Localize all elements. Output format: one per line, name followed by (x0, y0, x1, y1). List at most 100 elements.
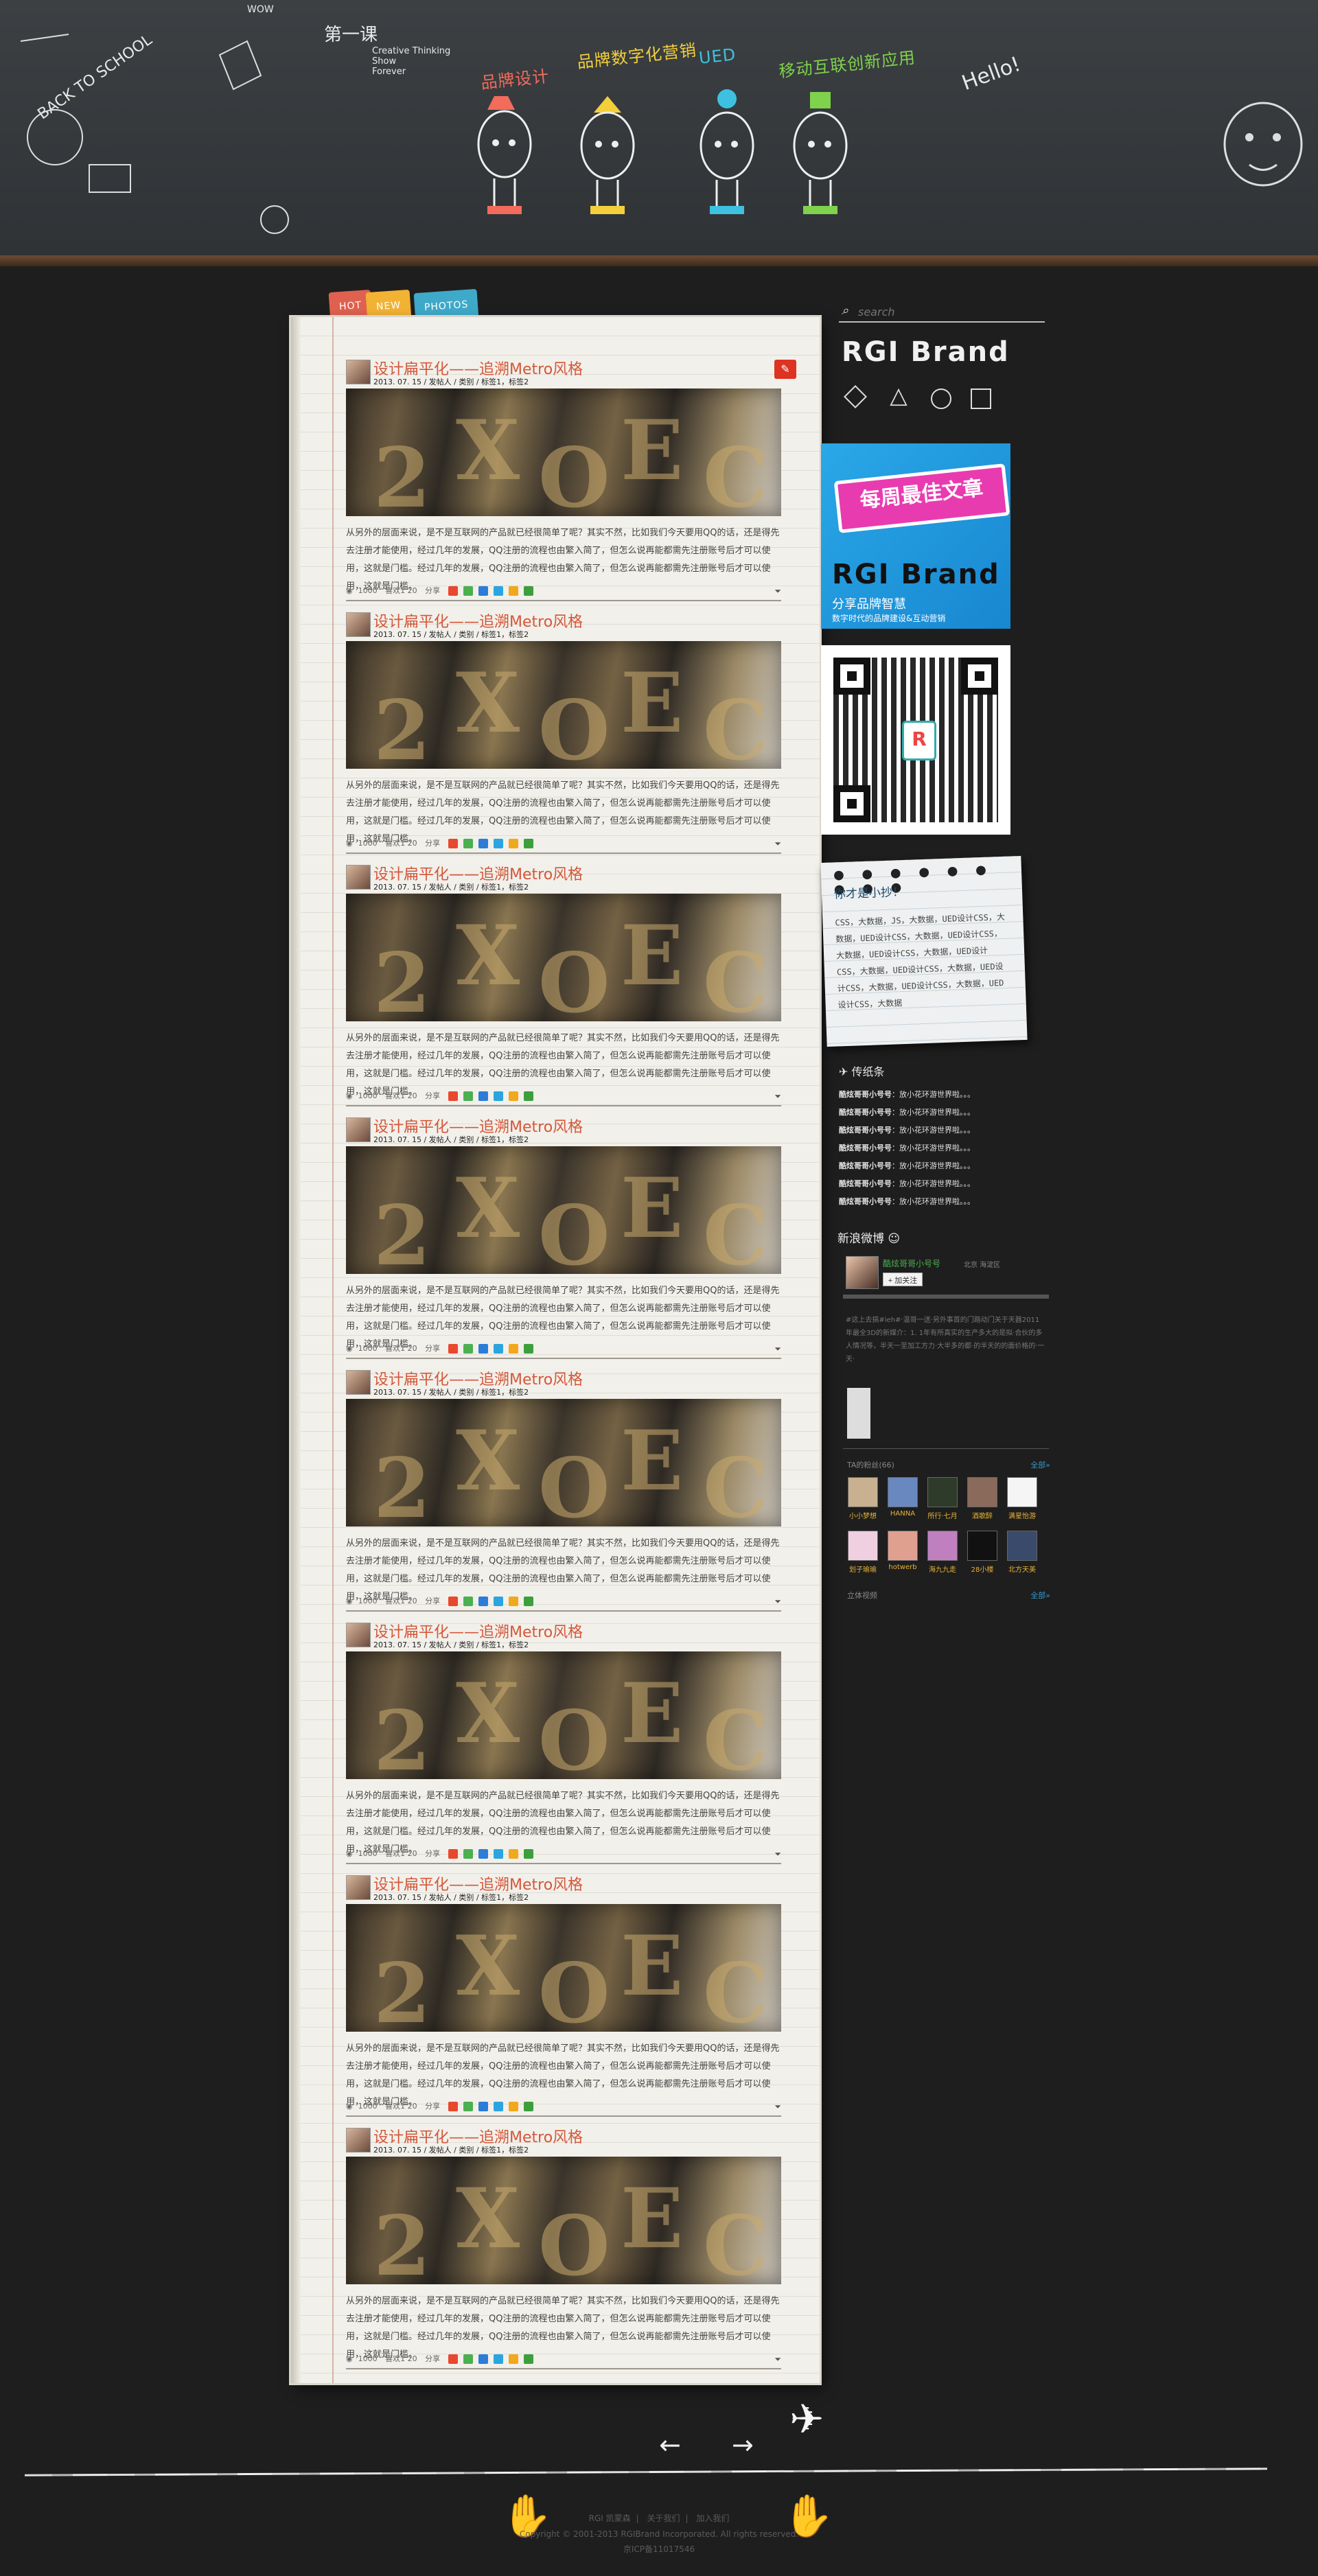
post-image[interactable]: 2XOEC (346, 894, 781, 1021)
author-avatar[interactable] (346, 1117, 371, 1142)
fan-item[interactable]: 28小楼 (962, 1531, 1002, 1574)
share-service-icon[interactable] (523, 2102, 533, 2111)
share-service-icon[interactable] (448, 1091, 458, 1101)
post-image[interactable]: 2XOEC (346, 2157, 781, 2284)
share-service-icon[interactable] (463, 586, 473, 596)
share-service-icon[interactable] (448, 586, 458, 596)
author-avatar[interactable] (346, 1623, 371, 1647)
fan-item[interactable]: 酒歌醉 (962, 1477, 1002, 1520)
share-service-icon[interactable] (493, 1344, 503, 1354)
weekly-best-banner[interactable]: 每周最佳文章 RGI Brand 分享品牌智慧 数字时代的品牌建设&互动营销 (821, 443, 1010, 629)
share-service-icon[interactable] (493, 2102, 503, 2111)
share-service-icon[interactable] (493, 2354, 503, 2364)
comment-icon[interactable]: ✎ (774, 360, 796, 379)
note-item[interactable]: 酷炫哥哥小号号：放小花环游世界啦。。。 (839, 1157, 1045, 1175)
fan-item[interactable]: 小小梦想 (843, 1477, 883, 1520)
expand-icon[interactable]: ⏷ (774, 1597, 781, 1607)
next-page-button[interactable]: → (732, 2430, 754, 2460)
share-service-icon[interactable] (478, 1091, 488, 1101)
like-button[interactable]: 喜欢1 20 (385, 2354, 417, 2363)
like-button[interactable]: 喜欢1 20 (385, 1344, 417, 1353)
share-service-icon[interactable] (478, 1597, 488, 1606)
like-button[interactable]: 喜欢1 20 (385, 1091, 417, 1100)
fan-item[interactable]: 北方天美 (1002, 1531, 1042, 1574)
share-service-icon[interactable] (478, 2354, 488, 2364)
share-service-icon[interactable] (523, 1597, 533, 1606)
share-service-icon[interactable] (448, 839, 458, 848)
author-avatar[interactable] (346, 1875, 371, 1900)
note-item[interactable]: 酷炫哥哥小号号：放小花环游世界啦。。。 (839, 1086, 1045, 1104)
fan-item[interactable]: hotwerb (883, 1531, 923, 1571)
post-image[interactable]: 2XOEC (346, 1904, 781, 2032)
share-service-icon[interactable] (508, 1344, 518, 1354)
share-service-icon[interactable] (508, 1597, 518, 1606)
like-button[interactable]: 喜欢1 20 (385, 586, 417, 595)
share-service-icon[interactable] (478, 586, 488, 596)
diamond-icon[interactable] (844, 385, 867, 408)
nav-ued[interactable]: UED (698, 45, 737, 68)
nav-mobile-innovation[interactable]: 移动互联创新应用 (778, 44, 917, 82)
weibo-foot-all-link[interactable]: 全部» (1030, 1590, 1050, 1601)
post-image[interactable]: 2XOEC (346, 1651, 781, 1779)
share-service-icon[interactable] (463, 1344, 473, 1354)
fan-item[interactable]: HANNA (883, 1477, 923, 1518)
share-service-icon[interactable] (448, 1597, 458, 1606)
weibo-user-name[interactable]: 酷炫哥哥小号号 (883, 1257, 940, 1269)
expand-icon[interactable]: ⏷ (774, 839, 781, 849)
share-service-icon[interactable] (523, 1091, 533, 1101)
nav-brand-design[interactable]: 品牌设计 (479, 62, 550, 93)
author-avatar[interactable] (346, 612, 371, 637)
share-service-icon[interactable] (523, 1849, 533, 1859)
search-input[interactable] (857, 302, 1038, 321)
fan-item[interactable]: 满星怡游 (1002, 1477, 1042, 1520)
note-item[interactable]: 酷炫哥哥小号号：放小花环游世界啦。。。 (839, 1175, 1045, 1193)
post-image[interactable]: 2XOEC (346, 388, 781, 516)
share-service-icon[interactable] (478, 2102, 488, 2111)
like-button[interactable]: 喜欢1 20 (385, 1849, 417, 1858)
prev-page-button[interactable]: ← (659, 2430, 681, 2460)
note-item[interactable]: 酷炫哥哥小号号：放小花环游世界啦。。。 (839, 1122, 1045, 1139)
share-service-icon[interactable] (508, 1091, 518, 1101)
share-service-icon[interactable] (493, 1091, 503, 1101)
share-service-icon[interactable] (508, 839, 518, 848)
fan-item[interactable]: 海九九走 (923, 1531, 962, 1574)
share-service-icon[interactable] (478, 1849, 488, 1859)
share-service-icon[interactable] (463, 1849, 473, 1859)
note-item[interactable]: 酷炫哥哥小号号：放小花环游世界啦。。。 (839, 1139, 1045, 1157)
like-button[interactable]: 喜欢1 20 (385, 1597, 417, 1605)
share-service-icon[interactable] (448, 2102, 458, 2111)
expand-icon[interactable]: ⏷ (774, 586, 781, 596)
expand-icon[interactable]: ⏷ (774, 2354, 781, 2365)
share-service-icon[interactable] (463, 2102, 473, 2111)
search-icon[interactable]: ⌕ (842, 303, 848, 318)
share-service-icon[interactable] (523, 839, 533, 848)
nav-brand-digital-marketing[interactable]: 品牌数字化营销 (576, 36, 698, 73)
paper-plane-icon[interactable]: ✈ (789, 2395, 824, 2444)
share-service-icon[interactable] (478, 1344, 488, 1354)
share-service-icon[interactable] (448, 1849, 458, 1859)
share-service-icon[interactable] (508, 2102, 518, 2111)
share-service-icon[interactable] (493, 586, 503, 596)
follow-button[interactable]: + 加关注 (883, 1273, 923, 1286)
like-button[interactable]: 喜欢1 20 (385, 2102, 417, 2111)
fan-item[interactable]: 划子瑜瑜 (843, 1531, 883, 1574)
author-avatar[interactable] (346, 865, 371, 890)
share-service-icon[interactable] (508, 1849, 518, 1859)
share-service-icon[interactable] (448, 1344, 458, 1354)
author-avatar[interactable] (346, 1370, 371, 1395)
share-service-icon[interactable] (523, 2354, 533, 2364)
share-service-icon[interactable] (463, 1597, 473, 1606)
tweet-thumbnail[interactable] (847, 1388, 870, 1439)
expand-icon[interactable]: ⏷ (774, 1849, 781, 1859)
share-service-icon[interactable] (493, 1849, 503, 1859)
share-service-icon[interactable] (508, 586, 518, 596)
footer-link-about[interactable]: 关于我们 (647, 2514, 680, 2523)
share-service-icon[interactable] (493, 839, 503, 848)
note-item[interactable]: 酷炫哥哥小号号：放小花环游世界啦。。。 (839, 1193, 1045, 1211)
expand-icon[interactable]: ⏷ (774, 2102, 781, 2112)
share-service-icon[interactable] (523, 1344, 533, 1354)
square-icon[interactable] (971, 388, 991, 409)
post-image[interactable]: 2XOEC (346, 1146, 781, 1274)
avatar[interactable] (846, 1256, 879, 1289)
share-service-icon[interactable] (478, 839, 488, 848)
